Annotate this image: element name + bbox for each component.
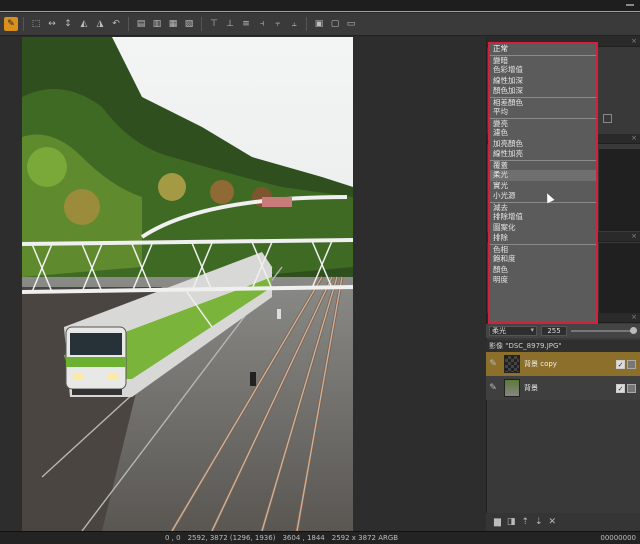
align-top-icon[interactable]: ▦ <box>166 17 180 31</box>
histogram-view <box>599 149 640 231</box>
move-down-icon[interactable]: ⇣ <box>535 517 543 527</box>
blend-mode-item[interactable]: 線性加深 <box>490 76 596 87</box>
blend-mode-item[interactable]: 明度 <box>490 275 596 286</box>
status-color-value: 00000000 <box>600 534 636 542</box>
rotate-right-icon[interactable]: ◮ <box>93 17 107 31</box>
train-photo-graphic <box>22 37 353 531</box>
paint-tool-icon[interactable]: ✎ <box>4 17 18 31</box>
distribute-middle-icon[interactable]: ⊥ <box>223 17 237 31</box>
preview-view <box>599 243 640 313</box>
layers-header: 影像 "DSC_8979.JPG" <box>486 340 640 352</box>
toolbar-separator <box>128 17 129 31</box>
blend-mode-item[interactable]: 變暗 <box>490 54 596 66</box>
blend-mode-item[interactable]: 變亮 <box>490 117 596 129</box>
distribute-bottom-icon[interactable]: ≡ <box>239 17 253 31</box>
blend-mode-item[interactable]: 色彩增值 <box>490 65 596 76</box>
toolbar-separator <box>201 17 202 31</box>
visibility-checkbox[interactable]: ✓ <box>616 359 625 369</box>
slider-knob[interactable] <box>630 327 637 334</box>
delete-icon[interactable]: ✕ <box>549 517 557 527</box>
new-layer-icon[interactable]: ▆ <box>494 517 501 527</box>
app-window: ✎ ⬚ ↔ ↕ ◭ ◮ ↶ ▤ ▥ ▦ ▧ ⊤ ⊥ ≡ ⫞ ⫟ ⫠ ▣ ▢ ▭ <box>0 0 640 544</box>
blend-mode-item[interactable]: 濾色 <box>490 128 596 139</box>
snap-icon[interactable]: ▢ <box>328 17 342 31</box>
minimize-icon[interactable] <box>626 4 634 6</box>
flip-horizontal-icon[interactable]: ↔ <box>45 17 59 31</box>
flip-vertical-icon[interactable]: ↕ <box>61 17 75 31</box>
blend-mode-item[interactable]: 正常 <box>490 44 596 55</box>
close-icon[interactable]: × <box>631 232 637 240</box>
blend-mode-dropdown[interactable]: 柔光 <box>489 326 537 336</box>
blend-mode-item[interactable]: 圖案化 <box>490 223 596 234</box>
guides-icon[interactable]: ▭ <box>344 17 358 31</box>
blend-mode-item[interactable]: 顏色加深 <box>490 86 596 97</box>
blend-mode-item[interactable]: 相差顏色 <box>490 96 596 108</box>
layer-thumbnail <box>504 355 520 373</box>
brush-icon[interactable]: ✎ <box>486 383 500 393</box>
grid-icon[interactable]: ▣ <box>312 17 326 31</box>
layer-row-background[interactable]: ✎ 背景 ✓ <box>486 376 640 400</box>
close-icon[interactable]: × <box>631 37 637 45</box>
visibility-checkbox[interactable]: ✓ <box>616 383 625 393</box>
blend-mode-item[interactable]: 小光源 <box>490 191 596 202</box>
toolbar: ✎ ⬚ ↔ ↕ ◭ ◮ ↶ ▤ ▥ ▦ ▧ ⊤ ⊥ ≡ ⫞ ⫟ ⫠ ▣ ▢ ▭ <box>0 13 640 36</box>
align-left-icon[interactable]: ▤ <box>134 17 148 31</box>
status-position: 2592, 3872 (1296, 1936) <box>187 534 276 542</box>
layer-name: 背景 <box>524 384 538 392</box>
distribute-center-icon[interactable]: ⫟ <box>271 17 285 31</box>
layers-footer: ▆ ◨ ⇡ ⇣ ✕ <box>486 513 640 531</box>
opacity-slider[interactable] <box>571 327 637 334</box>
blend-mode-menu[interactable]: 正常 變暗 色彩增值 線性加深 顏色加深 相差顏色 平均 變亮 濾色 加亮顏色 線性加亮 覆蓋 柔光 實光… <box>488 42 598 324</box>
align-right-icon[interactable]: ▥ <box>150 17 164 31</box>
blend-mode-item[interactable]: 減去 <box>490 201 596 213</box>
crop-icon[interactable]: ⬚ <box>29 17 43 31</box>
brush-icon[interactable]: ✎ <box>486 359 500 369</box>
status-selection: 3604 , 1844 <box>282 534 325 542</box>
rotate-left-icon[interactable]: ◭ <box>77 17 91 31</box>
title-bar <box>0 0 640 12</box>
blend-mode-item[interactable]: 加亮顏色 <box>490 139 596 150</box>
distribute-right-icon[interactable]: ⫠ <box>287 17 301 31</box>
close-icon[interactable]: × <box>631 134 637 142</box>
blend-mode-item[interactable]: 色相 <box>490 243 596 255</box>
blend-mode-item[interactable]: 平均 <box>490 107 596 118</box>
blend-mode-item[interactable]: 實光 <box>490 181 596 192</box>
blend-mode-item[interactable]: 飽和度 <box>490 254 596 265</box>
close-icon[interactable]: × <box>631 313 637 321</box>
canvas-workspace <box>0 37 486 531</box>
blend-mode-item[interactable]: 顏色 <box>490 265 596 276</box>
status-coord: 0 , 0 <box>165 534 181 542</box>
status-bar: 0 , 0 2592, 3872 (1296, 1936) 3604 , 184… <box>0 531 640 544</box>
layer-name: 背景 copy <box>524 360 557 368</box>
opacity-input[interactable]: 255 <box>541 326 567 336</box>
toolbar-separator <box>306 17 307 31</box>
train-photo[interactable] <box>22 37 353 531</box>
blend-mode-item[interactable]: 排除增值 <box>490 212 596 223</box>
lock-checkbox[interactable] <box>627 359 636 369</box>
distribute-left-icon[interactable]: ⫞ <box>255 17 269 31</box>
move-up-icon[interactable]: ⇡ <box>521 517 529 527</box>
blend-mode-item[interactable]: 線性加亮 <box>490 149 596 160</box>
duplicate-layer-icon[interactable]: ◨ <box>507 517 516 527</box>
blend-mode-item[interactable]: 覆蓋 <box>490 159 596 171</box>
toolbar-separator <box>23 17 24 31</box>
align-bottom-icon[interactable]: ▧ <box>182 17 196 31</box>
undo-icon[interactable]: ↶ <box>109 17 123 31</box>
blend-bar: 柔光 255 <box>486 324 640 338</box>
blend-mode-item[interactable]: 柔光 <box>490 170 596 181</box>
lock-checkbox[interactable] <box>627 383 636 393</box>
status-image-size: 2592 x 3872 ARGB <box>331 534 399 542</box>
distribute-top-icon[interactable]: ⊤ <box>207 17 221 31</box>
blend-mode-item[interactable]: 排除 <box>490 233 596 244</box>
layer-row-background-copy[interactable]: ✎ 背景 copy ✓ <box>486 352 640 376</box>
panel-option-icon[interactable] <box>603 114 612 123</box>
layer-thumbnail <box>504 379 520 397</box>
